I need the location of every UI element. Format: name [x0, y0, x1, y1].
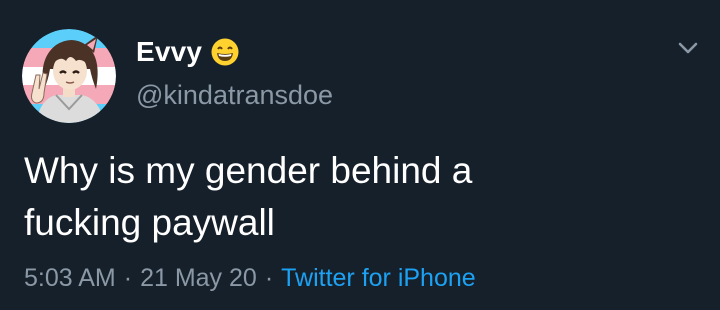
tweet-card: Evvy @kindatransdoe Why is my gender beh… — [0, 0, 720, 310]
grinning-face-emoji-icon — [211, 38, 239, 66]
tweet-source-link[interactable]: Twitter for iPhone — [281, 264, 476, 292]
tweet-text: Why is my gender behind a fucking paywal… — [24, 150, 473, 243]
meta-separator: · — [264, 264, 274, 292]
avatar[interactable] — [22, 29, 116, 123]
tweet-date[interactable]: 21 May 20 — [140, 264, 257, 292]
chevron-down-icon[interactable] — [672, 36, 704, 60]
tweet-time[interactable]: 5:03 AM — [24, 264, 116, 292]
meta-separator: · — [123, 264, 133, 292]
user-handle[interactable]: @kindatransdoe — [136, 80, 333, 111]
tweet-meta: 5:03 AM · 21 May 20 · Twitter for iPhone — [24, 264, 476, 293]
display-name-text: Evvy — [136, 36, 203, 67]
avatar-image — [22, 29, 116, 123]
display-name[interactable]: Evvy — [136, 34, 240, 70]
